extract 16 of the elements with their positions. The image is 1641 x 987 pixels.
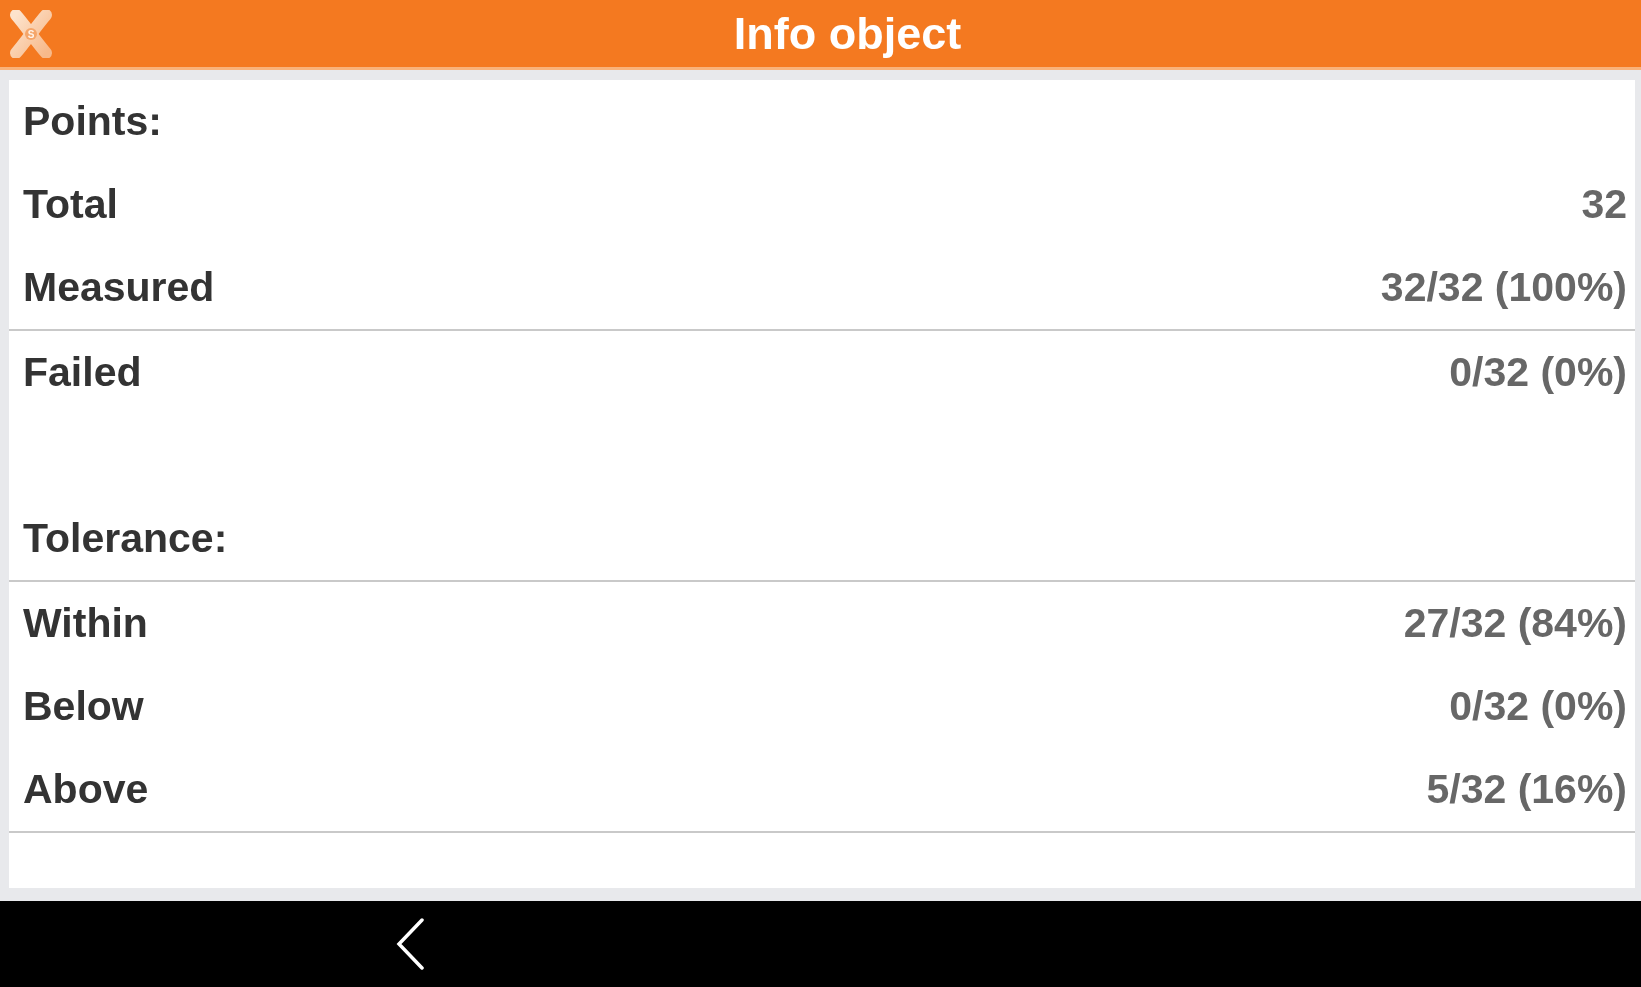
stat-label: Failed (23, 348, 142, 397)
screen-title: Info object (733, 8, 962, 59)
stat-label: Measured (23, 263, 215, 312)
back-icon[interactable] (395, 918, 425, 970)
stat-value: 5/32 (16%) (1426, 765, 1627, 814)
stat-value: 0/32 (0%) (1449, 348, 1627, 397)
stat-value: 32 (1581, 180, 1627, 229)
section-heading: Points: (23, 97, 162, 146)
stat-label: Below (23, 682, 144, 731)
section-heading: Tolerance: (23, 514, 228, 563)
stat-value: 0/32 (0%) (1449, 682, 1627, 731)
stat-value: 27/32 (84%) (1403, 599, 1627, 648)
stat-value: 32/32 (100%) (1380, 263, 1627, 312)
stat-label: Above (23, 765, 149, 814)
stat-label: Within (23, 599, 148, 648)
stat-label: Total (23, 180, 118, 229)
